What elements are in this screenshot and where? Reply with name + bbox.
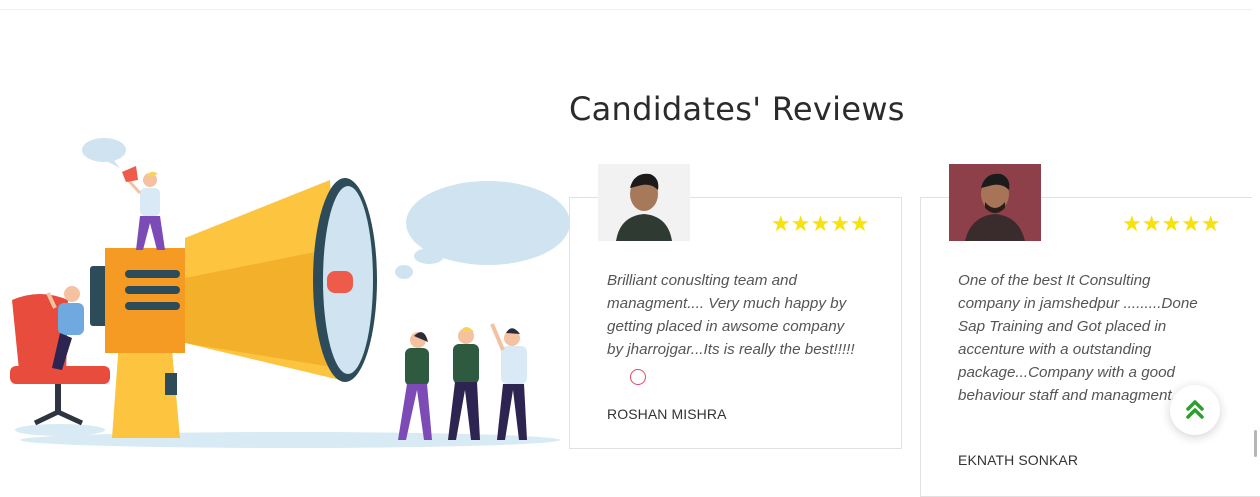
rating-stars: ★★★★★ [771,212,870,237]
double-chevron-up-icon [1186,400,1204,419]
avatar [598,164,690,241]
rating-stars: ★★★★★ [1122,212,1221,237]
scrollbar-thumb[interactable] [1254,430,1257,457]
scrollbar-track[interactable] [1252,0,1260,487]
back-to-top-button[interactable] [1170,385,1220,435]
reviewer-name: ROSHAN MISHRA [607,406,727,422]
review-text: Brilliant conuslting team and managment.… [607,272,855,358]
review-text: One of the best It Consulting company in… [958,272,1198,404]
avatar [949,164,1041,241]
section-title: Candidates' Reviews [569,90,905,128]
top-divider [0,9,1260,10]
reviewer-name: EKNATH SONKAR [958,452,1079,468]
megaphone-illustration [10,138,570,448]
cursor-indicator [630,369,646,385]
